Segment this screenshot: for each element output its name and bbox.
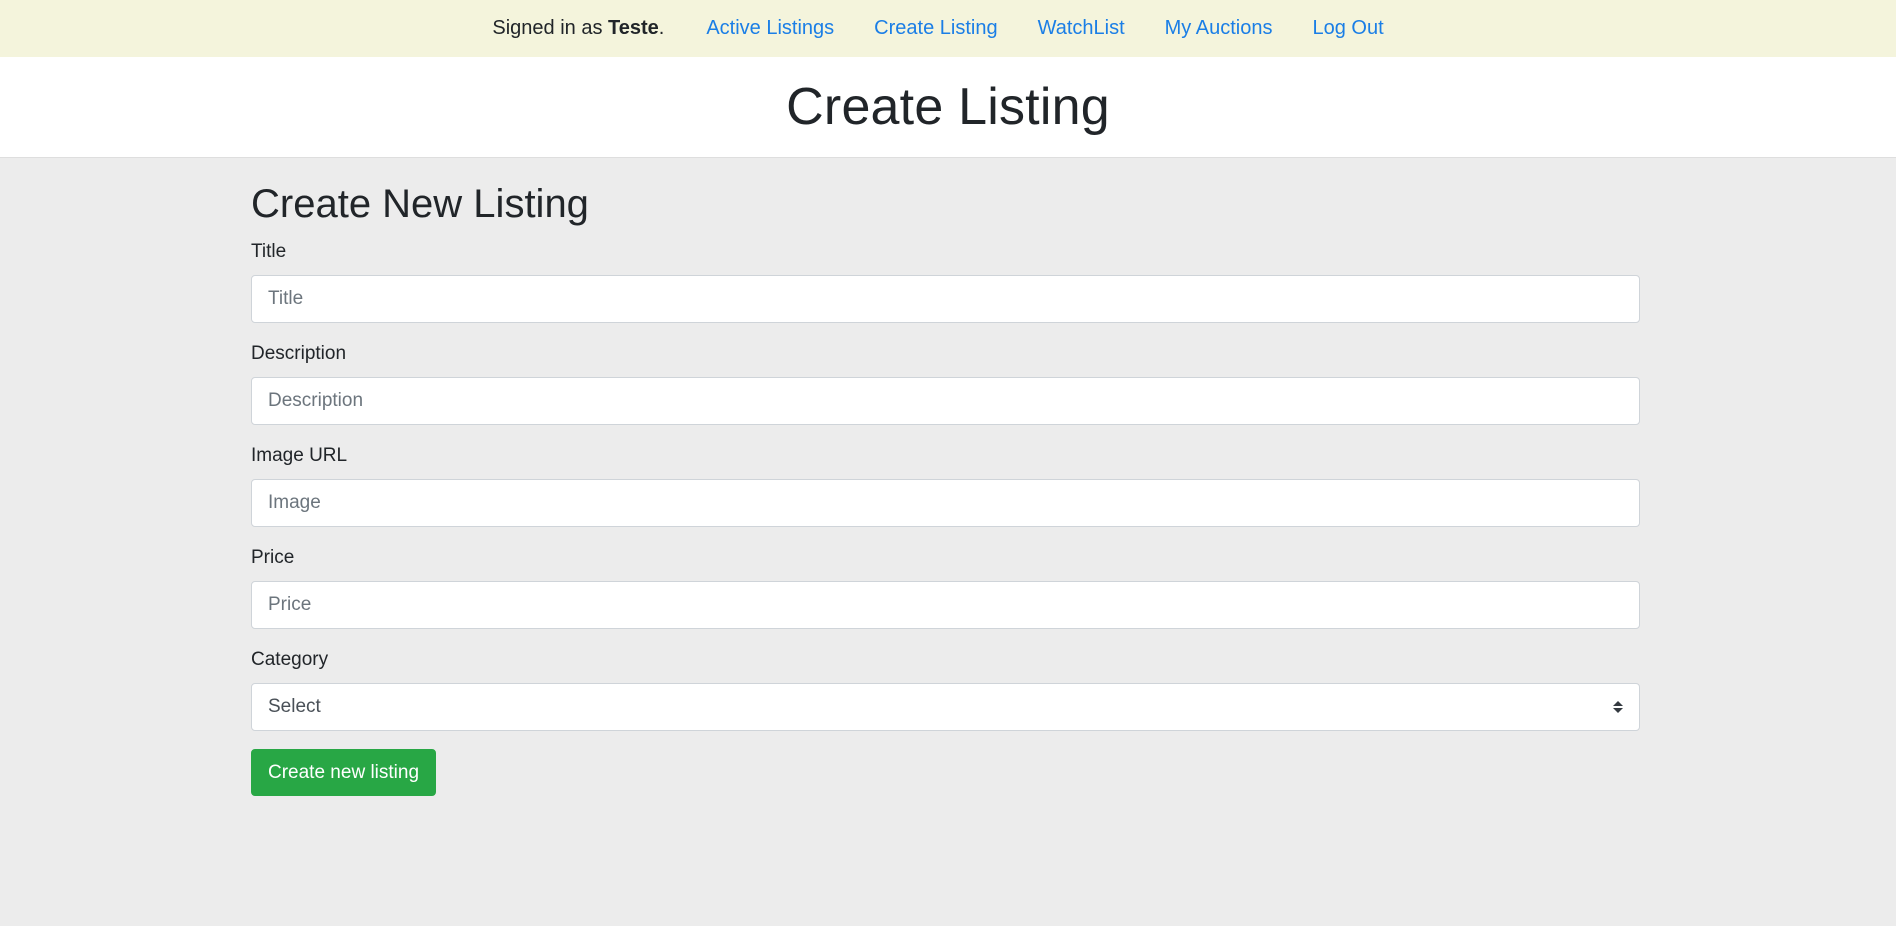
signed-in-suffix: . (658, 17, 665, 39)
page-header: Create Listing (0, 57, 1896, 158)
select-arrows-icon (1613, 701, 1623, 713)
title-input[interactable] (251, 275, 1640, 323)
nav-link-my-auctions[interactable]: My Auctions (1165, 17, 1273, 40)
image-url-input[interactable] (251, 479, 1640, 527)
price-input[interactable] (251, 581, 1640, 629)
image-url-group: Image URL (251, 445, 1640, 527)
username: Teste (608, 17, 659, 39)
image-url-label: Image URL (251, 445, 348, 466)
category-select[interactable]: Select (251, 683, 1640, 731)
form-heading: Create New Listing (251, 182, 589, 226)
nav-link-log-out[interactable]: Log Out (1312, 17, 1383, 40)
title-label: Title (251, 241, 287, 262)
signed-in-text: Signed in as Teste. (492, 17, 664, 40)
description-input[interactable] (251, 377, 1640, 425)
price-group: Price (251, 547, 1640, 629)
nav-link-active-listings[interactable]: Active Listings (706, 17, 834, 40)
create-listing-form: Create New Listing Title Description Ima… (0, 182, 1640, 796)
category-label: Category (251, 649, 329, 670)
title-group: Title (251, 241, 1640, 323)
page-title: Create Listing (786, 78, 1110, 136)
category-group: Category Select (251, 649, 1640, 731)
top-navbar: Signed in as Teste. Active Listings Crea… (0, 0, 1896, 57)
description-group: Description (251, 343, 1640, 425)
create-new-listing-button[interactable]: Create new listing (251, 749, 437, 796)
nav-link-watchlist[interactable]: WatchList (1038, 17, 1125, 40)
price-label: Price (251, 547, 295, 568)
nav-link-create-listing[interactable]: Create Listing (874, 17, 997, 40)
category-selected-value: Select (268, 696, 321, 717)
signed-in-prefix: Signed in as (492, 17, 608, 39)
description-label: Description (251, 343, 347, 364)
